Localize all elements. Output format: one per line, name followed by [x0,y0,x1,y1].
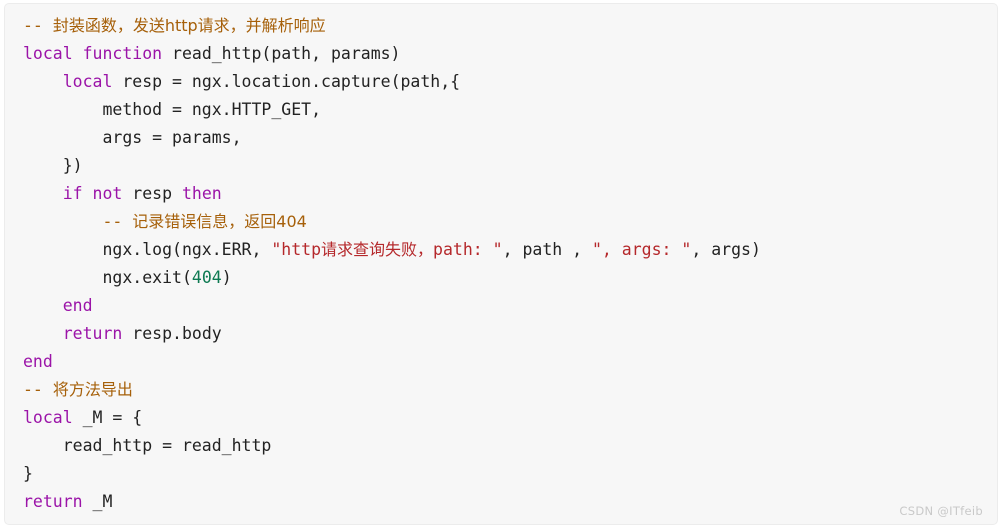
code-line: local _M = { [23,404,761,432]
code-line: local resp = ngx.location.capture(path,{ [23,68,761,96]
code-token: ) [221,268,232,287]
code-line: read_http = read_http [23,432,761,460]
code-line: return _M [23,488,761,516]
code-token: args = params, [23,128,242,147]
code-token: _M [82,492,113,511]
code-line: local function read_http(path, params) [23,40,761,68]
watermark: CSDN @ITfeib [899,504,983,518]
code-line: } [23,460,761,488]
code-token: _M = { [72,408,143,427]
code-block: -- 封装函数，发送http请求，并解析响应 local function rea… [4,3,998,525]
code-token: resp.body [122,324,222,343]
code-token: -- [23,16,53,35]
code-token: method = ngx.HTTP_GET, [23,100,322,119]
code-token: -- [102,212,133,231]
code-token: -- [23,380,53,399]
code-token: path: " [433,240,503,259]
code-token: 记录错误信息，返回404 [132,212,307,231]
code-token: 封装函数，发送http请求，并解析响应 [52,16,326,35]
code-token: }) [23,156,83,175]
code-token: resp = ngx.location.capture(path,{ [112,72,461,91]
code-line: -- 将方法导出 [23,376,761,404]
code-line: ngx.log(ngx.ERR, "http请求查询失败，path: ", pa… [23,236,761,264]
code-token: read_http = read_http [23,436,272,455]
code-token: "http [271,240,322,259]
code-token: 404 [191,268,222,287]
code-token: , args) [691,240,761,259]
code-token: resp [122,184,182,203]
code-token: end [23,352,53,371]
code-token: local [23,408,73,427]
code-token: read_http(path, params) [162,44,401,63]
code-token: return [62,324,123,343]
code-token: return [23,492,83,511]
code-line: args = params, [23,124,761,152]
code-line: end [23,348,761,376]
code-token: then [181,184,222,203]
code-token: ", args: " [592,240,692,259]
code-line: return resp.body [23,320,761,348]
code-token: } [23,464,33,483]
code-token: local function [23,44,163,63]
code-token: if not [62,184,123,203]
code-line: end [23,292,761,320]
code-line: method = ngx.HTTP_GET, [23,96,761,124]
code-line: if not resp then [23,180,761,208]
code-lines: -- 封装函数，发送http请求，并解析响应 local function rea… [5,4,761,516]
code-token: local [62,72,113,91]
code-token: , path , [502,240,592,259]
code-line: -- 记录错误信息，返回404 [23,208,761,236]
code-line: }) [23,152,761,180]
code-token: ngx.exit( [23,268,192,287]
code-line: -- 封装函数，发送http请求，并解析响应 [23,12,761,40]
code-token: end [62,296,93,315]
code-token: 将方法导出 [52,380,133,399]
code-line: ngx.exit(404) [23,264,761,292]
code-token: 请求查询失败， [321,240,434,259]
code-token: ngx.log(ngx.ERR, [23,240,272,259]
